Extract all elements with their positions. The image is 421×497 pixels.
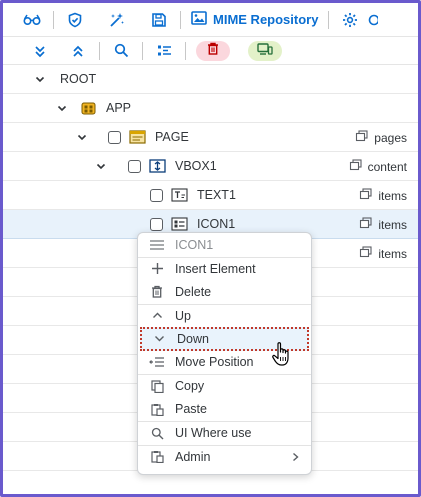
device-preview-button[interactable] <box>248 40 282 61</box>
aggregation-icon <box>359 246 374 261</box>
delete-button[interactable] <box>196 40 230 61</box>
context-menu-header: ICON1 <box>138 233 311 257</box>
menu-item-admin[interactable]: Admin <box>138 444 311 470</box>
tree-node-label: VBOX1 <box>175 159 217 173</box>
aggregation-label: content <box>349 152 407 181</box>
tree-node-label: ICON1 <box>197 217 236 231</box>
menu-item-insert-element[interactable]: Insert Element <box>138 256 311 281</box>
page-icon <box>129 130 146 145</box>
aggregation-icon <box>359 188 374 203</box>
tree-node-label: PAGE <box>155 130 189 144</box>
aggregation-label: pages <box>355 123 407 152</box>
toolbar-separator <box>185 41 186 60</box>
menu-item-ui-where-use[interactable]: UI Where use <box>138 421 311 445</box>
plus-icon <box>148 262 166 276</box>
admin-icon <box>148 450 166 464</box>
window-frame: MIME Repository ROOT APP PAGE pages VBOX… <box>0 0 421 497</box>
aggregation-label: items <box>359 181 407 210</box>
list-settings-icon[interactable] <box>153 40 175 62</box>
toolbar-separator <box>142 41 143 60</box>
shield-check-icon[interactable] <box>64 9 86 31</box>
tree-row-checkbox[interactable] <box>150 217 163 231</box>
devices-icon <box>257 42 273 60</box>
chevron-up-icon <box>148 309 166 323</box>
expand-all-icon[interactable] <box>29 40 51 62</box>
mime-repository-label: MIME Repository <box>213 12 319 27</box>
toolbar-separator <box>180 10 181 29</box>
chevron-down-icon[interactable] <box>34 73 46 85</box>
app-icon <box>80 101 97 116</box>
tree-node-label: ROOT <box>60 72 97 86</box>
tree-row-text1[interactable]: TEXT1 items <box>3 181 418 210</box>
chevron-down-icon[interactable] <box>95 160 107 172</box>
toolbar-separator <box>53 10 54 29</box>
chevron-down-icon <box>150 332 168 346</box>
aggregation-label: items <box>359 239 407 268</box>
toolbar-separator <box>328 10 330 29</box>
icon-element-icon <box>171 217 188 232</box>
tree-row-root[interactable]: ROOT <box>3 65 418 94</box>
vbox-icon <box>149 159 166 174</box>
menu-item-paste[interactable]: Paste <box>138 398 311 422</box>
glasses-icon[interactable] <box>21 9 43 31</box>
aggregation-icon <box>359 217 374 232</box>
gear-icon[interactable] <box>339 9 361 31</box>
hamburger-icon <box>148 238 166 252</box>
tree-row-checkbox[interactable] <box>128 159 141 173</box>
more-icon[interactable] <box>361 9 383 31</box>
text-element-icon <box>171 188 188 203</box>
trash-icon <box>207 42 219 60</box>
toolbar-separator <box>99 41 100 60</box>
move-position-icon <box>148 355 166 369</box>
tree-toolbar <box>3 37 418 65</box>
aggregation-icon <box>349 159 364 174</box>
trash-icon <box>148 285 166 299</box>
tree-row-checkbox[interactable] <box>108 130 121 144</box>
search-icon <box>148 426 166 440</box>
menu-item-up[interactable]: Up <box>138 303 311 328</box>
tree-row-app[interactable]: APP <box>3 94 418 123</box>
tree-node-label: TEXT1 <box>197 188 236 202</box>
search-icon[interactable] <box>110 40 132 62</box>
aggregation-icon <box>355 130 370 145</box>
aggregation-label: items <box>359 210 407 239</box>
chevron-down-icon[interactable] <box>76 131 88 143</box>
paste-icon <box>148 402 166 416</box>
mime-repository-button[interactable]: MIME Repository <box>191 11 318 28</box>
tree-node-label: APP <box>106 101 132 115</box>
copy-icon <box>148 379 166 393</box>
image-icon <box>191 11 207 28</box>
tree-row-page[interactable]: PAGE pages <box>3 123 418 152</box>
main-toolbar: MIME Repository <box>3 3 418 37</box>
chevron-down-icon[interactable] <box>56 102 68 114</box>
collapse-all-icon[interactable] <box>67 40 89 62</box>
menu-item-delete[interactable]: Delete <box>138 280 311 304</box>
hand-cursor-icon <box>272 342 289 366</box>
chevron-right-icon <box>292 446 299 470</box>
magic-wand-icon[interactable] <box>106 9 128 31</box>
save-icon[interactable] <box>148 9 170 31</box>
tree-row-vbox1[interactable]: VBOX1 content <box>3 152 418 181</box>
menu-item-copy[interactable]: Copy <box>138 374 311 398</box>
tree-row-checkbox[interactable] <box>150 188 163 202</box>
